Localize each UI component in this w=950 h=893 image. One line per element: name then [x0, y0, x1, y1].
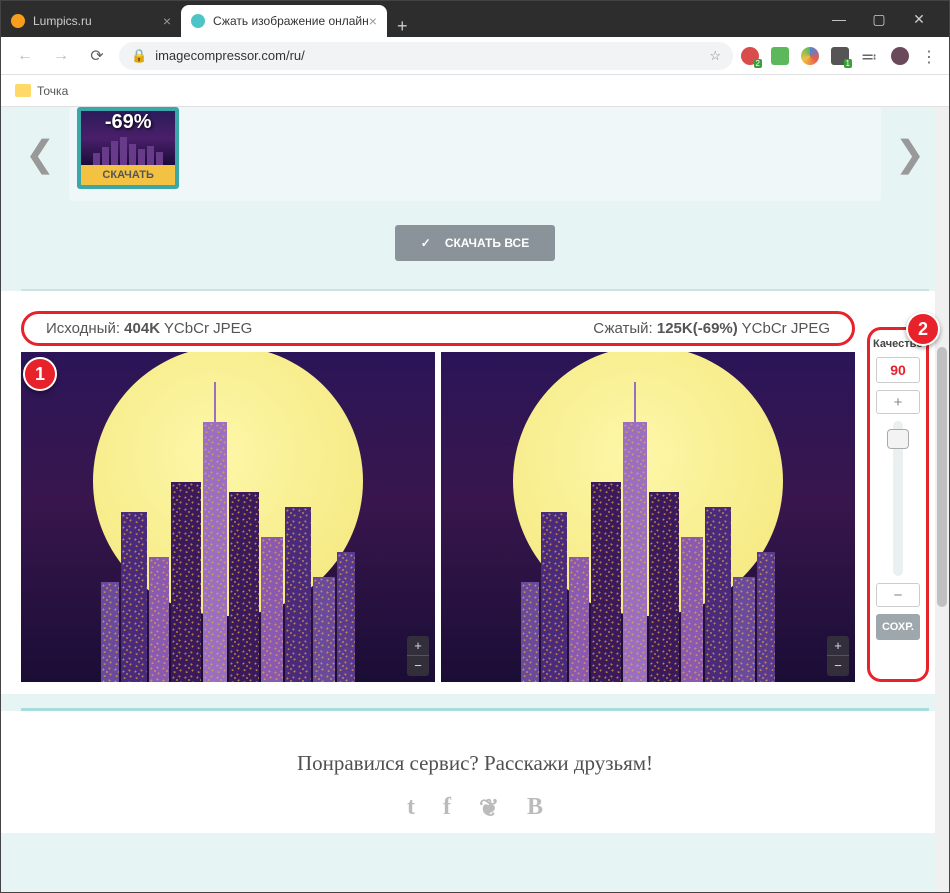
- url-text: imagecompressor.com/ru/: [155, 48, 305, 63]
- share-heading: Понравился сервис? Расскажи друзьям!: [1, 751, 949, 776]
- ext-icon-3[interactable]: [801, 47, 819, 65]
- vk-icon[interactable]: B: [527, 794, 543, 823]
- zoom-controls: + −: [407, 636, 429, 676]
- close-icon[interactable]: ×: [163, 13, 171, 29]
- tab-title: Lumpics.ru: [33, 14, 92, 28]
- forward-button[interactable]: →: [47, 42, 75, 70]
- annotation-callout-2: 2: [906, 312, 940, 346]
- carousel-next-icon[interactable]: ❯: [889, 133, 931, 175]
- slider-thumb[interactable]: [887, 429, 909, 449]
- ext-icon-2[interactable]: [771, 47, 789, 65]
- quality-panel: 2 Качество + − СОХР.: [867, 327, 929, 682]
- reduction-badge: -69%: [81, 111, 175, 130]
- compressed-format: YCbCr JPEG: [738, 320, 830, 337]
- source-label: Исходный:: [46, 320, 124, 337]
- reload-button[interactable]: ⟳: [83, 42, 111, 70]
- address-bar: ← → ⟳ 🔒 imagecompressor.com/ru/ ☆ 2 1 ≕ …: [1, 37, 949, 75]
- download-all-button[interactable]: СКАЧАТЬ ВСЕ: [395, 225, 555, 261]
- tab-title: Сжать изображение онлайн: [213, 14, 369, 28]
- compressed-size: 125K(-69%): [657, 320, 738, 337]
- folder-icon: [15, 84, 31, 97]
- zoom-out-button[interactable]: −: [407, 656, 429, 676]
- reddit-icon[interactable]: ❦: [479, 794, 499, 823]
- minimize-button[interactable]: —: [819, 4, 859, 34]
- close-window-button[interactable]: ✕: [899, 4, 939, 34]
- reading-list-icon[interactable]: ≕: [861, 47, 879, 65]
- quality-slider[interactable]: [893, 421, 903, 576]
- zoom-controls: + −: [827, 636, 849, 676]
- page-content: ❮ -69%: [1, 107, 949, 892]
- ext-icon-4[interactable]: 1: [831, 47, 849, 65]
- quality-plus-button[interactable]: +: [876, 390, 920, 414]
- compressed-label: Сжатый:: [593, 320, 657, 337]
- lock-icon: 🔒: [131, 48, 147, 64]
- tab-lumpics[interactable]: Lumpics.ru ×: [1, 5, 181, 37]
- save-button[interactable]: СОХР.: [876, 614, 920, 640]
- tab-imagecompressor[interactable]: Сжать изображение онлайн ×: [181, 5, 387, 37]
- bookmarks-bar: Точка: [1, 75, 949, 107]
- close-icon[interactable]: ×: [369, 13, 377, 29]
- zoom-in-button[interactable]: +: [827, 636, 849, 656]
- url-field[interactable]: 🔒 imagecompressor.com/ru/ ☆: [119, 42, 733, 70]
- window-title-bar: Lumpics.ru × Сжать изображение онлайн × …: [1, 1, 949, 37]
- bookmark-star-icon[interactable]: ☆: [709, 48, 721, 64]
- ext-icon-1[interactable]: 2: [741, 47, 759, 65]
- original-image-panel[interactable]: + −: [21, 352, 435, 682]
- info-strip: Исходный: 404K YCbCr JPEG Сжатый: 125K(-…: [21, 311, 855, 346]
- annotation-callout-1: 1: [23, 357, 57, 391]
- facebook-icon[interactable]: f: [443, 794, 451, 823]
- ic-favicon: [191, 14, 205, 28]
- download-thumb-button[interactable]: СКАЧАТЬ: [81, 165, 175, 185]
- quality-input[interactable]: [876, 357, 920, 383]
- carousel-prev-icon[interactable]: ❮: [19, 133, 61, 175]
- compressed-image-panel[interactable]: + −: [441, 352, 855, 682]
- quality-minus-button[interactable]: −: [876, 583, 920, 607]
- back-button[interactable]: ←: [11, 42, 39, 70]
- new-tab-button[interactable]: +: [387, 16, 418, 37]
- menu-icon[interactable]: ⋮: [921, 47, 939, 65]
- bookmark-label: Точка: [37, 84, 68, 98]
- lumpics-favicon: [11, 14, 25, 28]
- scrollbar[interactable]: [935, 107, 949, 892]
- source-format: YCbCr JPEG: [160, 320, 252, 337]
- avatar-icon[interactable]: [891, 47, 909, 65]
- zoom-out-button[interactable]: −: [827, 656, 849, 676]
- zoom-in-button[interactable]: +: [407, 636, 429, 656]
- file-thumbnail[interactable]: -69% СКАЧАТЬ: [77, 107, 179, 189]
- bookmark-folder[interactable]: Точка: [15, 84, 68, 98]
- tumblr-icon[interactable]: t: [407, 794, 415, 823]
- scrollbar-thumb[interactable]: [937, 347, 947, 607]
- maximize-button[interactable]: ▢: [859, 4, 899, 34]
- thumbnail-preview: -69%: [81, 111, 175, 165]
- source-size: 404K: [124, 320, 160, 337]
